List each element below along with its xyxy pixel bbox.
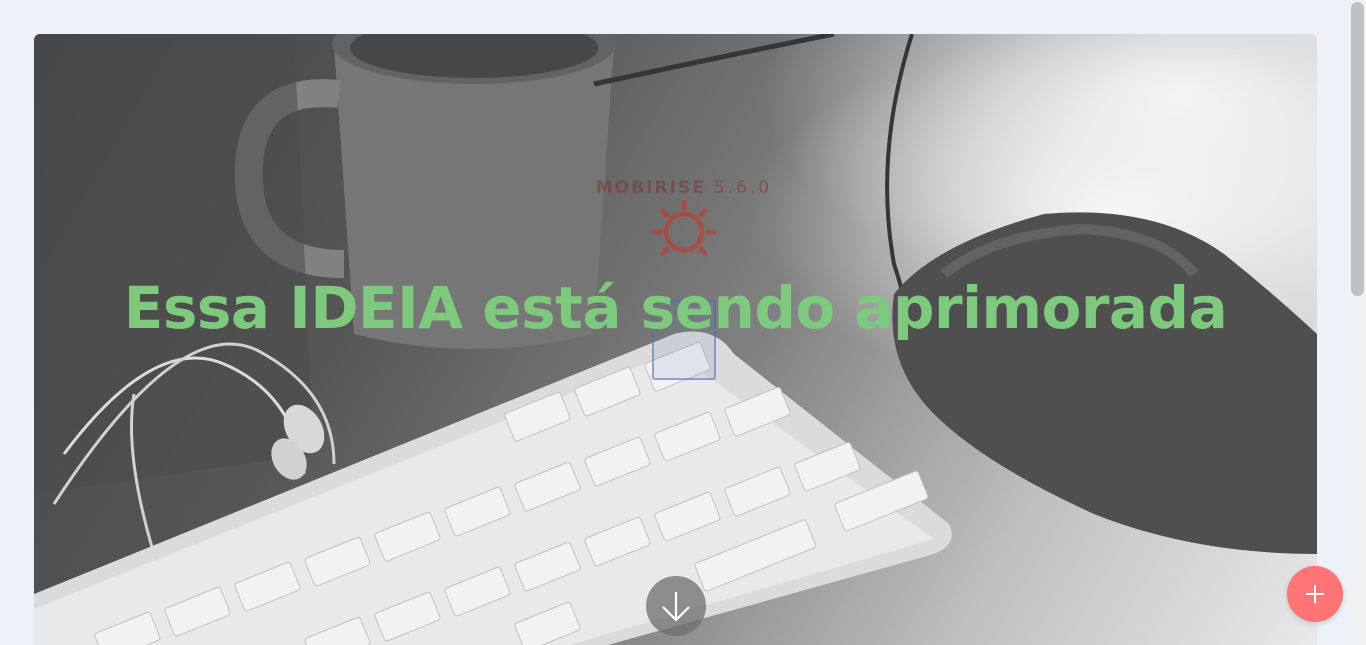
sun-icon <box>652 200 716 256</box>
brand-text: MOBIRISE 5.6.0 <box>594 178 774 198</box>
hero-headline: Essa IDEIA está sendo aprimorada <box>123 274 1228 342</box>
page: MOBIRISE 5.6.0 Essa IDEIA está sendo apri… <box>0 0 1366 645</box>
hero-section: MOBIRISE 5.6.0 Essa IDEIA está sendo apri… <box>34 34 1317 645</box>
arrow-down-icon <box>662 592 690 622</box>
vertical-scrollbar[interactable] <box>1349 0 1366 645</box>
brand-version: 5.6.0 <box>713 178 773 198</box>
add-block-button[interactable] <box>1287 566 1343 622</box>
scrollbar-thumb[interactable] <box>1351 2 1364 296</box>
plus-icon <box>1306 585 1324 603</box>
brand-name: MOBIRISE <box>595 178 706 198</box>
scroll-down-button[interactable] <box>646 576 706 636</box>
